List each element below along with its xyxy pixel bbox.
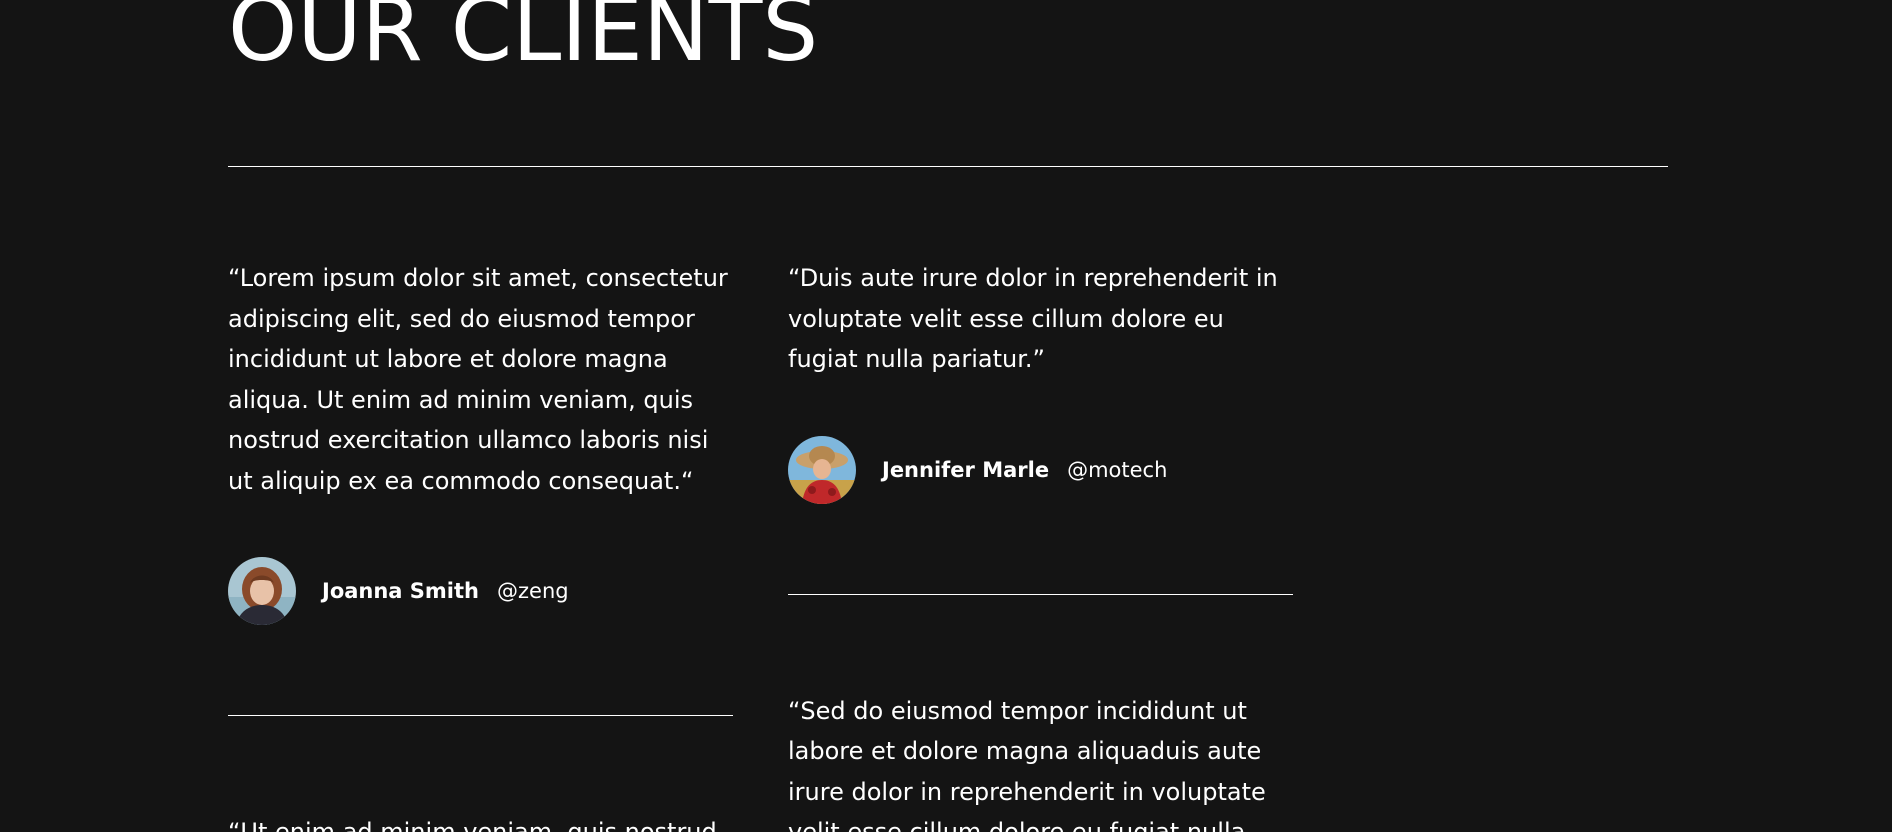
testimonial-card: “Ut enim ad minim veniam, quis nostrud (228, 812, 733, 832)
testimonial-author: Jennifer Marle @motech (788, 435, 1293, 504)
page-title: OUR CLIENTS (228, 0, 819, 81)
testimonials-column-left: “Lorem ipsum dolor sit amet, consectetur… (228, 258, 733, 832)
avatar[interactable] (228, 557, 296, 625)
testimonial-quote: “Lorem ipsum dolor sit amet, consectetur… (228, 264, 728, 495)
testimonial-author: Joanna Smith @zeng (228, 557, 733, 625)
testimonial-divider (788, 593, 1293, 595)
avatar-portrait-icon (228, 557, 296, 625)
testimonial-quote: “Ut enim ad minim veniam, quis nostrud (228, 818, 717, 832)
avatar[interactable] (788, 435, 856, 504)
testimonial-quote: “Sed do eiusmod tempor incididunt ut lab… (788, 696, 1266, 832)
avatar-portrait-icon (788, 435, 856, 504)
author-handle[interactable]: @zeng (497, 579, 569, 603)
testimonials-column-middle: “Duis aute irure dolor in reprehenderit … (788, 258, 1293, 832)
testimonial-card: “Duis aute irure dolor in reprehenderit … (788, 258, 1293, 595)
testimonial-quote: “Duis aute irure dolor in reprehenderit … (788, 264, 1278, 373)
author-name: Joanna Smith (322, 579, 479, 603)
testimonial-divider (228, 715, 733, 716)
title-divider (228, 166, 1668, 167)
testimonial-card: “Sed do eiusmod tempor incididunt ut lab… (788, 691, 1293, 832)
author-name: Jennifer Marle (882, 457, 1050, 482)
testimonial-card: “Lorem ipsum dolor sit amet, consectetur… (228, 258, 733, 716)
author-handle[interactable]: @motech (1067, 458, 1167, 482)
